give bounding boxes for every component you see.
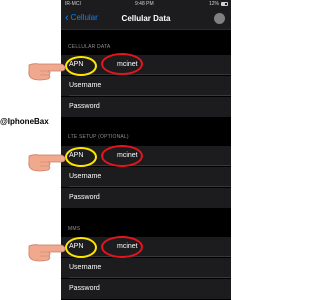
highlight-circle-apn-label [65, 147, 97, 167]
carrier-label: IR-MCI [65, 1, 81, 7]
password-field-cellular[interactable]: Password [61, 97, 231, 117]
battery-icon [221, 2, 228, 6]
status-bar: IR-MCI 9:48 PM 12% [61, 0, 231, 9]
password-label: Password [69, 103, 100, 110]
password-field-lte[interactable]: Password [61, 188, 231, 208]
highlight-circle-apn-value [101, 145, 143, 167]
username-label: Username [69, 264, 102, 271]
pointing-hand-icon [28, 244, 66, 262]
username-label: Username [69, 173, 102, 180]
row-divider [69, 186, 231, 187]
username-label: Username [69, 82, 102, 89]
section-header-cellular-data: CELLULAR DATA [68, 44, 111, 50]
section-header-mms: MMS [68, 226, 81, 232]
row-divider [69, 74, 231, 75]
row-divider [69, 165, 231, 166]
watermark-text: @IphoneBax [0, 117, 49, 126]
navigation-bar: ‹ Cellular Cellular Data [61, 9, 231, 30]
row-divider [69, 277, 231, 278]
highlight-circle-apn-label [65, 56, 97, 76]
pointing-hand-icon [28, 154, 66, 172]
row-divider [69, 256, 231, 257]
row-divider [69, 95, 231, 96]
username-field-mms[interactable]: Username [61, 258, 231, 278]
highlight-circle-apn-value [101, 53, 143, 75]
highlight-circle-apn-value [101, 236, 143, 258]
assistive-touch-icon[interactable] [214, 13, 225, 24]
highlight-circle-apn-label [65, 237, 97, 258]
page-title: Cellular Data [121, 14, 171, 23]
battery-percent: 12% [208, 1, 219, 7]
username-field-cellular[interactable]: Username [61, 76, 231, 96]
password-label: Password [69, 285, 100, 292]
password-field-mms[interactable]: Password [61, 279, 231, 299]
section-header-lte-setup: LTE SETUP (OPTIONAL) [68, 134, 129, 140]
pointing-hand-icon [28, 63, 66, 81]
settings-screen: IR-MCI 9:48 PM 12% ‹ Cellular Cellular D… [61, 0, 231, 300]
clock: 9:48 PM [135, 1, 154, 7]
password-label: Password [69, 194, 100, 201]
username-field-lte[interactable]: Username [61, 167, 231, 187]
